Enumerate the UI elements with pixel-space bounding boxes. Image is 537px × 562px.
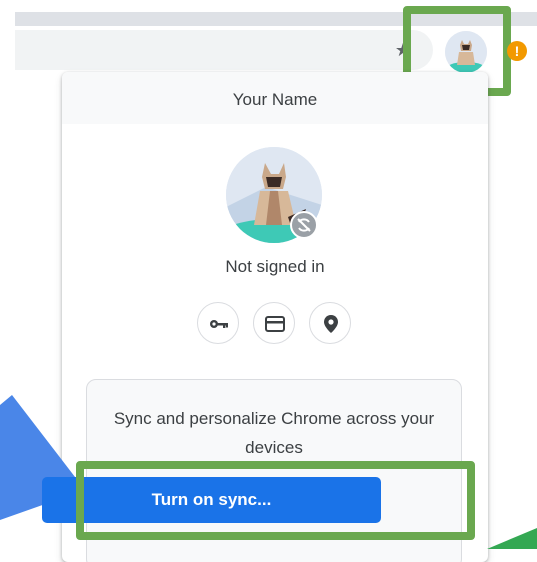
sync-button-highlight-box xyxy=(76,461,475,540)
